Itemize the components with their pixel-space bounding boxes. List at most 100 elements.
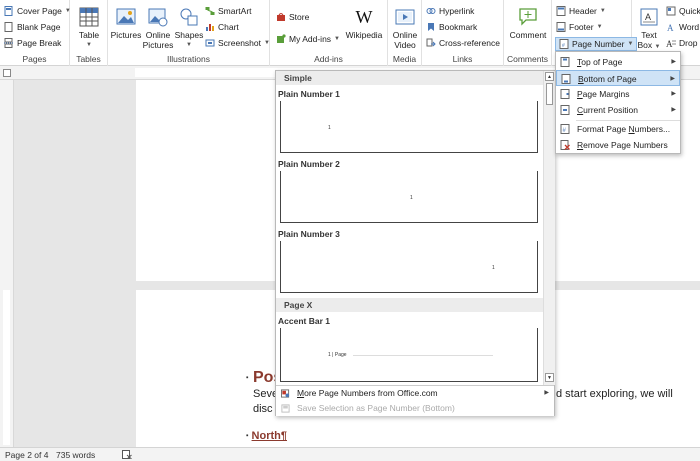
wordart-label: Word <box>679 22 700 32</box>
page-margins-item[interactable]: Page Margins ▶ <box>556 86 680 102</box>
chevron-down-icon: ▼ <box>596 24 603 30</box>
more-page-numbers-label: More Page Numbers from Office.com <box>297 388 438 398</box>
page-number-label: Page Number <box>572 39 625 49</box>
shapes-button[interactable]: Shapes ▼ <box>174 6 204 50</box>
plain-number-2-thumbnail[interactable]: 1 <box>280 171 538 223</box>
section-simple: Simple <box>276 71 543 85</box>
quick-parts-button[interactable]: Quick <box>666 6 700 16</box>
accent-bar-1-thumbnail[interactable]: 1 | Page <box>280 328 538 382</box>
plain-number-1-thumbnail[interactable]: 1 <box>280 101 538 153</box>
scroll-up-arrow-icon[interactable]: ▲ <box>545 72 554 81</box>
page-number-button[interactable]: # Page Number ▼ <box>555 37 638 51</box>
top-of-page-item[interactable]: Top of Page ▶ <box>556 54 680 70</box>
body-line-1-right[interactable]: d start exploring, we will <box>556 388 673 400</box>
chevron-down-icon: ▼ <box>334 36 340 42</box>
blank-page-label: Blank Page <box>17 22 61 32</box>
cover-page-button[interactable]: Cover Page ▼ <box>4 6 71 16</box>
submenu-arrow-icon: ▶ <box>671 107 676 113</box>
wordart-button[interactable]: A Word <box>666 22 699 32</box>
tab-selector[interactable] <box>3 69 11 77</box>
proofing-icon[interactable] <box>122 450 132 461</box>
bookmark-label: Bookmark <box>439 22 478 32</box>
current-position-label: Current Position <box>577 105 638 115</box>
wikipedia-icon: W <box>355 7 373 27</box>
smartart-button[interactable]: SmartArt <box>205 6 252 16</box>
heading-north[interactable]: ▪ North¶ <box>246 430 287 442</box>
screenshot-button[interactable]: Screenshot ▼ <box>205 38 270 48</box>
plain-number-3-num: 1 <box>492 265 495 271</box>
bookmark-button[interactable]: Bookmark <box>426 22 477 32</box>
format-page-numbers-item[interactable]: # Format Page Numbers... <box>556 121 680 137</box>
addins-group: Store My Add-ins ▼ W Wikipedia Add-ins <box>270 0 388 66</box>
wikipedia-button[interactable]: W Wikipedia <box>344 6 384 40</box>
pictures-label: Pictures <box>110 30 142 40</box>
bottom-of-page-item[interactable]: Bottom of Page ▶ <box>556 70 680 86</box>
shapes-icon <box>180 8 198 26</box>
chart-label: Chart <box>218 22 239 32</box>
comment-icon <box>519 8 537 26</box>
gallery-scroll-area[interactable]: Simple Plain Number 1 1 Plain Number 2 1… <box>276 71 543 385</box>
submenu-arrow-icon: ▶ <box>670 76 675 82</box>
footer-button[interactable]: Footer ▼ <box>556 22 603 32</box>
tables-group: Table ▼ Tables <box>70 0 108 66</box>
blank-page-button[interactable]: Blank Page <box>4 22 60 32</box>
text-box-icon: A <box>640 8 658 26</box>
page-number-gallery[interactable]: Simple Plain Number 1 1 Plain Number 2 1… <box>275 70 555 416</box>
table-label: Table <box>78 30 100 40</box>
drop-cap-button[interactable]: A Drop <box>666 38 697 48</box>
pictures-icon <box>116 8 136 25</box>
store-button[interactable]: Store <box>276 12 309 22</box>
cross-reference-icon <box>426 38 436 47</box>
accent-bar-1-title: Accent Bar 1 <box>278 316 330 326</box>
chevron-down-icon: ▼ <box>654 44 661 50</box>
media-group-label: Media <box>392 54 417 64</box>
body-line-2-left[interactable]: disc <box>253 403 273 415</box>
gallery-scrollbar[interactable]: ▲ ▼ <box>543 71 555 385</box>
cross-reference-label: Cross-reference <box>439 38 500 48</box>
scrollbar-thumb[interactable] <box>546 83 553 105</box>
bottom-of-page-label: Bottom of Page <box>578 74 637 84</box>
word-count-status[interactable]: 735 words <box>56 450 95 460</box>
quick-parts-label: Quick <box>679 6 700 16</box>
svg-text:A: A <box>666 39 673 48</box>
hyperlink-label: Hyperlink <box>439 6 475 16</box>
my-addins-icon <box>277 34 286 43</box>
my-addins-button[interactable]: My Add-ins ▼ <box>276 34 340 44</box>
online-video-button[interactable]: Online Video <box>390 6 420 50</box>
text-box-button[interactable]: A Text Box ▼ <box>636 6 662 52</box>
online-pictures-button[interactable]: Online Pictures <box>142 6 174 50</box>
scroll-down-arrow-icon[interactable]: ▼ <box>545 373 554 382</box>
current-position-icon <box>560 105 570 115</box>
plain-number-3-thumbnail[interactable]: 1 <box>280 241 538 293</box>
page-number-submenu[interactable]: Top of Page ▶ Bottom of Page ▶ Page Marg… <box>555 51 681 154</box>
heading-north-text: North¶ <box>251 430 287 442</box>
header-button[interactable]: Header ▼ <box>556 6 606 16</box>
screenshot-icon <box>205 39 215 47</box>
save-selection-item[interactable]: Save Selection as Page Number (Bottom) <box>276 401 554 416</box>
table-button[interactable]: Table ▼ <box>75 6 103 50</box>
page-break-icon <box>4 38 14 48</box>
pictures-button[interactable]: Pictures <box>110 6 142 40</box>
plain-number-2-title: Plain Number 2 <box>278 159 340 169</box>
page-count-status[interactable]: Page 2 of 4 <box>5 450 48 460</box>
submenu-arrow-icon: ▶ <box>671 59 676 65</box>
cross-reference-button[interactable]: Cross-reference <box>426 38 500 48</box>
remove-page-numbers-item[interactable]: Remove Page Numbers <box>556 137 680 153</box>
current-position-item[interactable]: Current Position ▶ <box>556 102 680 118</box>
chart-button[interactable]: Chart <box>205 22 239 32</box>
comments-group: Comment Comments <box>504 0 552 66</box>
online-pictures-label-1: Online <box>145 30 171 40</box>
screenshot-label: Screenshot <box>218 38 261 48</box>
more-page-numbers-item[interactable]: More Page Numbers from Office.com ▶ <box>276 386 554 401</box>
page-margins-rest: age Margins <box>582 89 630 99</box>
drop-cap-label: Drop <box>679 38 698 48</box>
shapes-label: Shapes <box>174 30 204 40</box>
comment-button[interactable]: Comment <box>506 6 550 40</box>
remove-rest: emove Page Numbers <box>583 140 668 150</box>
text-box-label-1: Text <box>641 30 657 40</box>
hyperlink-button[interactable]: Hyperlink <box>426 6 474 16</box>
remove-page-numbers-icon <box>560 140 570 150</box>
page-number-icon: # <box>559 39 569 49</box>
svg-text:#: # <box>562 43 565 49</box>
page-break-button[interactable]: Page Break <box>4 38 61 48</box>
